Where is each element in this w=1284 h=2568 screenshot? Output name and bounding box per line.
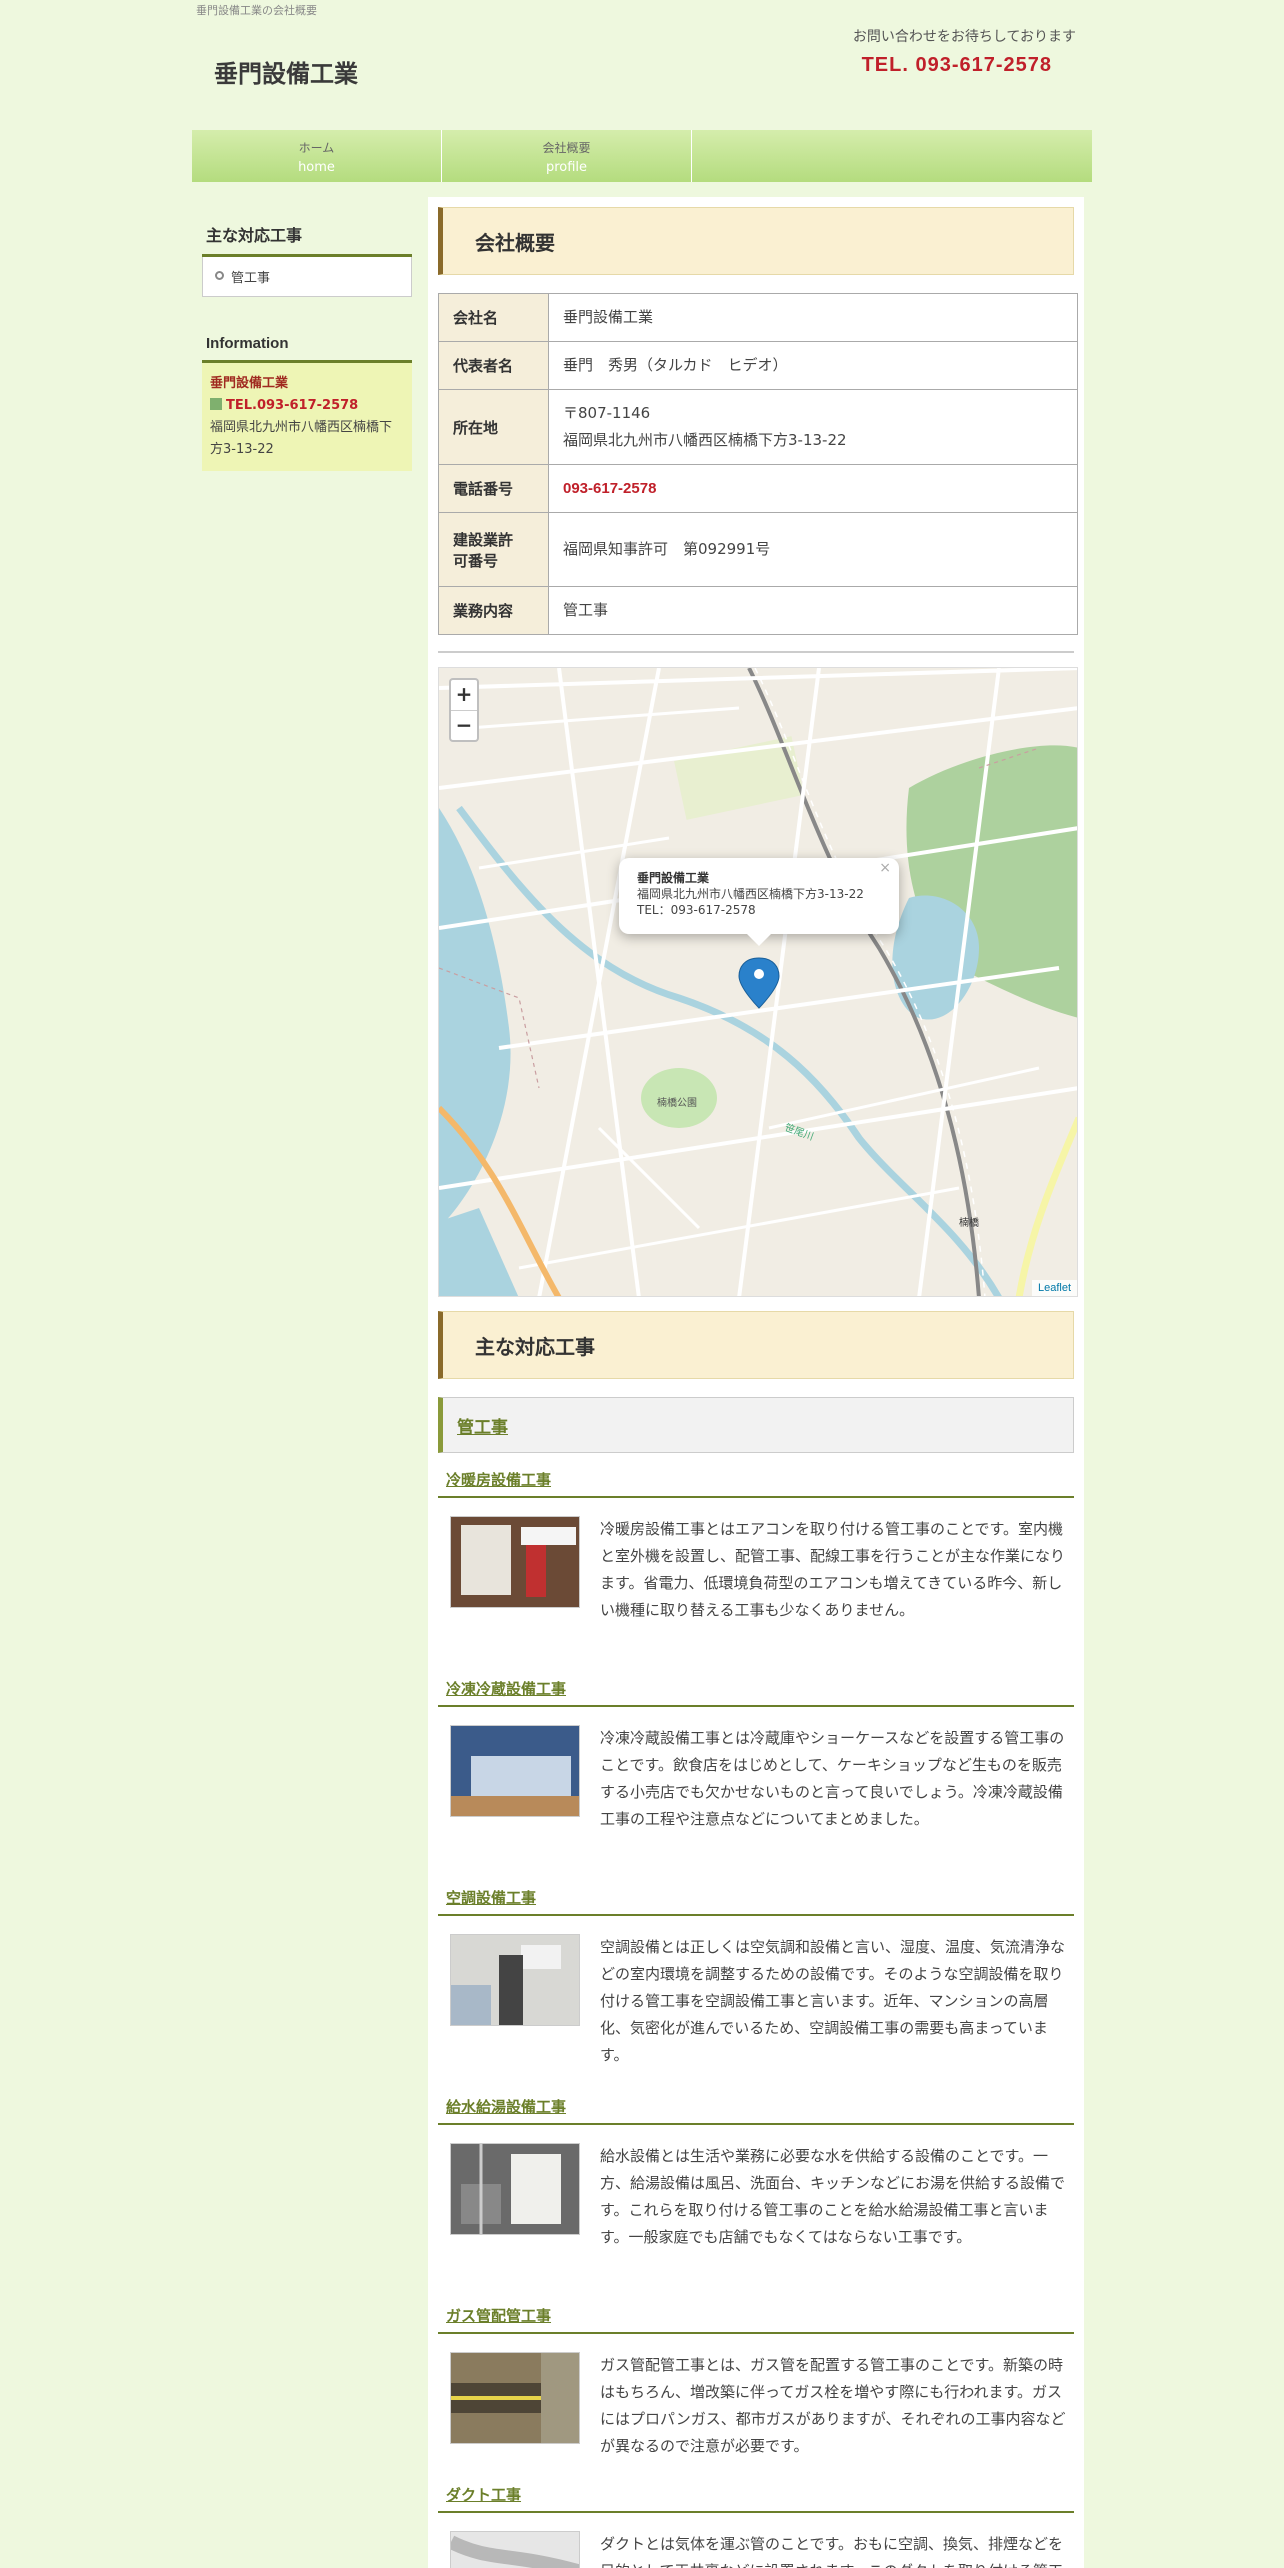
service-thumbnail[interactable] — [450, 1725, 580, 1817]
row-value: 〒807-1146 福岡県北九州市八幡西区楠橋下方3-13-22 — [548, 389, 1078, 465]
map-label-park: 楠橋公園 — [657, 1096, 697, 1109]
profile-table: 会社名 垂門設備工業 代表者名 垂門 秀男（タルカド ヒデオ） 所在地 〒807… — [438, 293, 1078, 635]
service-title-link[interactable]: ガス管配管工事 — [438, 2305, 1074, 2334]
site-logo[interactable]: 垂門設備工業 — [214, 54, 358, 89]
service-thumbnail[interactable] — [450, 1934, 580, 2026]
service-item: 冷凍冷蔵設備工事 冷凍冷蔵設備工事とは冷蔵庫やショーケースなどを設置する管工事の… — [438, 1678, 1074, 1887]
service-title-link[interactable]: ダクト工事 — [438, 2484, 1074, 2513]
popup-close-button[interactable]: × — [879, 860, 891, 876]
nav-item-profile[interactable]: 会社概要 profile — [442, 130, 692, 182]
map-attribution[interactable]: Leaflet — [1031, 1280, 1077, 1296]
service-title-link[interactable]: 冷暖房設備工事 — [438, 1469, 1074, 1498]
category-heading: 管工事 — [438, 1397, 1074, 1453]
service-item: 空調設備工事 空調設備とは正しくは空気調和設備と言い、湿度、温度、気流清浄などの… — [438, 1887, 1074, 2096]
site-tagline: 垂門設備工業の会社概要 — [196, 4, 317, 17]
row-label: 建設業許 可番号 — [438, 512, 549, 587]
zoom-control: + − — [449, 678, 479, 742]
nav-label: ホーム — [298, 141, 335, 155]
address: 福岡県北九州市八幡西区楠橋下方3-13-22 — [563, 431, 847, 449]
nav-item-home[interactable]: ホーム home — [192, 130, 442, 182]
table-row: 会社名 垂門設備工業 — [438, 293, 1078, 342]
nav-sublabel: profile — [545, 160, 588, 175]
page-wrapper: 垂門設備工業の会社概要 垂門設備工業 お問い合わせをお待ちしております TEL.… — [192, 0, 1092, 2568]
service-thumbnail[interactable] — [450, 2143, 580, 2235]
row-label: 業務内容 — [438, 586, 549, 635]
service-item: ガス管配管工事 ガス管配管工事とは、ガス管を配置する管工事のことです。新築の時は… — [438, 2305, 1074, 2484]
nav-label: 会社概要 — [542, 141, 591, 155]
sidebar-item-pipework[interactable]: 管工事 — [202, 257, 412, 297]
row-label: 代表者名 — [438, 341, 549, 390]
service-title-link[interactable]: 給水給湯設備工事 — [438, 2096, 1074, 2125]
info-box: 垂門設備工業 TEL.093-617-2578 福岡県北九州市八幡西区楠橋下方3… — [202, 363, 412, 471]
row-label-line: 可番号 — [453, 551, 499, 570]
table-row: 建設業許 可番号 福岡県知事許可 第092991号 — [438, 512, 1078, 587]
table-row: 所在地 〒807-1146 福岡県北九州市八幡西区楠橋下方3-13-22 — [438, 389, 1078, 465]
sidebar: 主な対応工事 管工事 Information 垂門設備工業 TEL.093-61… — [202, 210, 412, 471]
row-label: 電話番号 — [438, 464, 549, 513]
service-description: 空調設備とは正しくは空気調和設備と言い、湿度、温度、気流清浄などの室内環境を調整… — [600, 1938, 1066, 2064]
zoom-out-button[interactable]: − — [451, 710, 477, 740]
main-content: 会社概要 会社名 垂門設備工業 代表者名 垂門 秀男（タルカド ヒデオ） 所在地… — [428, 197, 1084, 2568]
info-phone[interactable]: TEL.093-617-2578 — [226, 398, 358, 413]
service-item: 冷暖房設備工事 冷暖房設備工事とはエアコンを取り付ける管工事のことです。室内機と… — [438, 1469, 1074, 1678]
table-row: 電話番号 093-617-2578 — [438, 464, 1078, 513]
service-description: ガス管配管工事とは、ガス管を配置する管工事のことです。新築の時はもちろん、増改築… — [600, 2356, 1066, 2455]
service-item: ダクト工事 ダクトとは気体を運ぶ管のことです。おもに空調、換気、排煙などを目的と… — [438, 2484, 1074, 2568]
map-popup: × 垂門設備工業 福岡県北九州市八幡西区楠橋下方3-13-22 TEL：093-… — [619, 858, 899, 946]
row-label: 所在地 — [438, 389, 549, 465]
row-value: 福岡県知事許可 第092991号 — [548, 512, 1078, 587]
map-label-station: 楠橋 — [959, 1216, 979, 1229]
sidebar-item-label: 管工事 — [231, 271, 271, 286]
table-row: 業務内容 管工事 — [438, 586, 1078, 635]
service-title-link[interactable]: 冷凍冷蔵設備工事 — [438, 1678, 1074, 1707]
table-row: 代表者名 垂門 秀男（タルカド ヒデオ） — [438, 341, 1078, 390]
row-label: 会社名 — [438, 293, 549, 342]
service-description: ダクトとは気体を運ぶ管のことです。おもに空調、換気、排煙などを目的として天井裏な… — [600, 2535, 1064, 2568]
row-value: 垂門 秀男（タルカド ヒデオ） — [548, 341, 1078, 390]
sidebar-info-title: Information — [202, 323, 412, 363]
service-description: 冷暖房設備工事とはエアコンを取り付ける管工事のことです。室内機と室外機を設置し、… — [600, 1520, 1066, 1619]
popup-tel: TEL：093-617-2578 — [637, 903, 756, 917]
service-item: 給水給湯設備工事 給水設備とは生活や業務に必要な水を供給する設備のことです。一方… — [438, 2096, 1074, 2305]
service-thumbnail[interactable] — [450, 2531, 580, 2568]
popup-name: 垂門設備工業 — [637, 871, 710, 885]
contact-note: お問い合わせをお待ちしております — [852, 29, 1076, 45]
phone-icon — [210, 398, 222, 410]
info-company-name: 垂門設備工業 — [210, 376, 289, 391]
service-description: 冷凍冷蔵設備工事とは冷蔵庫やショーケースなどを設置する管工事のことです。飲食店を… — [600, 1729, 1065, 1828]
row-value: 垂門設備工業 — [548, 293, 1078, 342]
service-thumbnail[interactable] — [450, 1516, 580, 1608]
global-nav: ホーム home 会社概要 profile — [192, 130, 1092, 182]
row-label-line: 建設業許 — [453, 530, 514, 549]
info-address: 福岡県北九州市八幡西区楠橋下方3-13-22 — [210, 420, 393, 457]
profile-title: 会社概要 — [475, 230, 555, 255]
services-heading: 主な対応工事 — [438, 1311, 1074, 1379]
services-title: 主な対応工事 — [475, 1334, 595, 1359]
zoom-in-button[interactable]: + — [451, 680, 477, 710]
postal-code: 〒807-1146 — [563, 404, 651, 422]
nav-sublabel: home — [298, 160, 335, 175]
phone-value[interactable]: 093-617-2578 — [548, 464, 1078, 513]
sidebar-services-title: 主な対応工事 — [202, 210, 412, 257]
row-value: 管工事 — [548, 586, 1078, 635]
service-thumbnail[interactable] — [450, 2352, 580, 2444]
service-description: 給水設備とは生活や業務に必要な水を供給する設備のことです。一方、給湯設備は風呂、… — [600, 2147, 1066, 2246]
divider — [438, 651, 1074, 653]
map[interactable]: 楠橋公園 楠橋 笹尾川 + − × 垂門設備工業 福岡県北九州市八幡西区楠橋下方… — [438, 667, 1078, 1297]
service-title-link[interactable]: 空調設備工事 — [438, 1887, 1074, 1916]
category-link[interactable]: 管工事 — [457, 1413, 508, 1438]
popup-address: 福岡県北九州市八幡西区楠橋下方3-13-22 — [637, 887, 864, 901]
header-phone[interactable]: TEL. 093-617-2578 — [862, 54, 1052, 77]
profile-heading: 会社概要 — [438, 207, 1074, 275]
map-tiles: 楠橋公園 楠橋 笹尾川 — [439, 668, 1077, 1296]
bullet-icon — [215, 271, 224, 280]
